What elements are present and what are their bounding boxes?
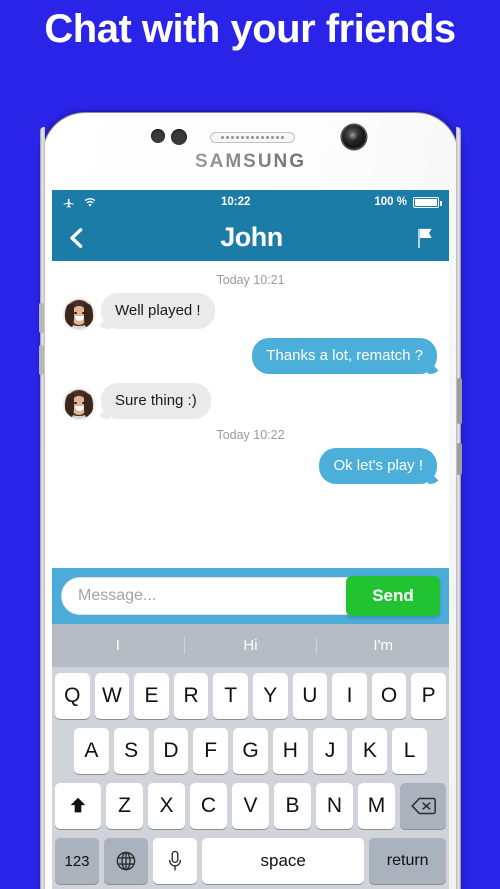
key-f[interactable]: F (193, 728, 229, 774)
suggestion-item[interactable]: Hi (183, 637, 317, 654)
key-m[interactable]: M (358, 783, 395, 829)
volume-button[interactable] (457, 443, 462, 475)
suggestion-item[interactable]: I (52, 637, 184, 654)
light-sensor-icon (171, 129, 187, 145)
message-list[interactable]: Today 10:21 Well played ! Thanks a lot, … (52, 261, 449, 568)
back-chevron-icon[interactable] (66, 227, 88, 249)
key-k[interactable]: K (352, 728, 388, 774)
key-s[interactable]: S (113, 728, 149, 774)
phone-top-bezel: SAMSUNG (43, 113, 458, 189)
key-p[interactable]: P (411, 673, 446, 719)
backspace-key[interactable] (400, 783, 446, 829)
globe-language-icon (116, 851, 136, 871)
battery-percent-label: 100 % (374, 196, 407, 208)
key-w[interactable]: W (94, 673, 130, 719)
power-button[interactable] (457, 378, 462, 424)
language-key[interactable] (104, 838, 148, 884)
key-j[interactable]: J (312, 728, 348, 774)
nav-bar: John (52, 214, 449, 261)
key-h[interactable]: H (272, 728, 308, 774)
phone-screen: 10:22 100 % John Today 10:21 Well played… (52, 190, 449, 889)
message-input[interactable]: Message... (61, 577, 356, 615)
key-x[interactable]: X (148, 783, 185, 829)
numbers-key[interactable]: 123 (55, 838, 99, 884)
volume-down-button[interactable] (39, 345, 44, 375)
message-bubble-incoming: Well played ! (101, 293, 215, 329)
message-bubble-outgoing: Ok let's play ! (319, 448, 437, 484)
message-bubble-incoming: Sure thing :) (101, 383, 211, 419)
page-title: Chat with your friends (44, 7, 456, 51)
message-composer: Message... Send (52, 568, 449, 624)
key-v[interactable]: V (232, 783, 269, 829)
key-y[interactable]: Y (253, 673, 288, 719)
suggestion-item[interactable]: I'm (316, 637, 449, 654)
status-bar: 10:22 100 % (52, 190, 449, 214)
status-bar-clock: 10:22 (220, 196, 251, 208)
earpiece-speaker-icon (210, 132, 295, 143)
status-bar-right: 100 % (374, 196, 442, 208)
battery-full-icon (413, 196, 442, 208)
key-t[interactable]: T (213, 673, 248, 719)
dictation-key[interactable] (153, 838, 197, 884)
backspace-delete-icon (410, 797, 436, 815)
keyboard-row-4: 123 space return (55, 838, 446, 884)
key-d[interactable]: D (153, 728, 189, 774)
key-q[interactable]: Q (55, 673, 90, 719)
phone-brand-label: SAMSUNG (43, 151, 458, 173)
avatar (64, 389, 94, 419)
key-a[interactable]: A (73, 728, 109, 774)
message-timestamp: Today 10:21 (216, 273, 285, 287)
message-row: Thanks a lot, rematch ? (64, 338, 437, 374)
on-screen-keyboard: Q W E R T Y U I O P A S D F G H J K L Z … (52, 667, 449, 889)
keyboard-suggestion-bar: I Hi I'm (52, 624, 449, 667)
status-bar-left (62, 196, 97, 209)
volume-up-button[interactable] (39, 303, 44, 333)
key-z[interactable]: Z (106, 783, 143, 829)
message-row: Well played ! (64, 293, 437, 329)
wifi-icon (84, 197, 96, 207)
key-i[interactable]: I (332, 673, 367, 719)
avatar (64, 299, 94, 329)
message-row: Sure thing :) (64, 383, 437, 419)
key-b[interactable]: B (274, 783, 311, 829)
key-n[interactable]: N (316, 783, 353, 829)
airplane-icon (63, 198, 74, 208)
conversation-title: John (220, 222, 283, 252)
keyboard-row-1: Q W E R T Y U I O P (55, 673, 446, 719)
message-bubble-outgoing: Thanks a lot, rematch ? (252, 338, 437, 374)
front-camera-icon (342, 125, 366, 149)
key-c[interactable]: C (190, 783, 227, 829)
key-l[interactable]: L (392, 728, 428, 774)
flag-icon[interactable] (415, 226, 435, 250)
key-r[interactable]: R (173, 673, 209, 719)
key-e[interactable]: E (134, 673, 169, 719)
message-row: Ok let's play ! (64, 448, 437, 484)
keyboard-row-2: A S D F G H J K L (55, 728, 446, 774)
message-timestamp: Today 10:22 (216, 428, 285, 442)
shift-key[interactable] (55, 783, 101, 829)
shift-up-arrow-icon (70, 797, 86, 813)
microphone-icon (168, 850, 182, 871)
key-u[interactable]: U (292, 673, 328, 719)
key-o[interactable]: O (371, 673, 407, 719)
return-key[interactable]: return (369, 838, 446, 884)
keyboard-row-3: Z X C V B N M (55, 783, 446, 829)
send-button[interactable]: Send (346, 576, 440, 616)
space-key[interactable]: space (202, 838, 365, 884)
proximity-sensor-icon (151, 129, 165, 143)
key-g[interactable]: G (233, 728, 268, 774)
phone-mockup: SAMSUNG 10:22 100 % John Today 10:21 Wel… (39, 113, 462, 889)
